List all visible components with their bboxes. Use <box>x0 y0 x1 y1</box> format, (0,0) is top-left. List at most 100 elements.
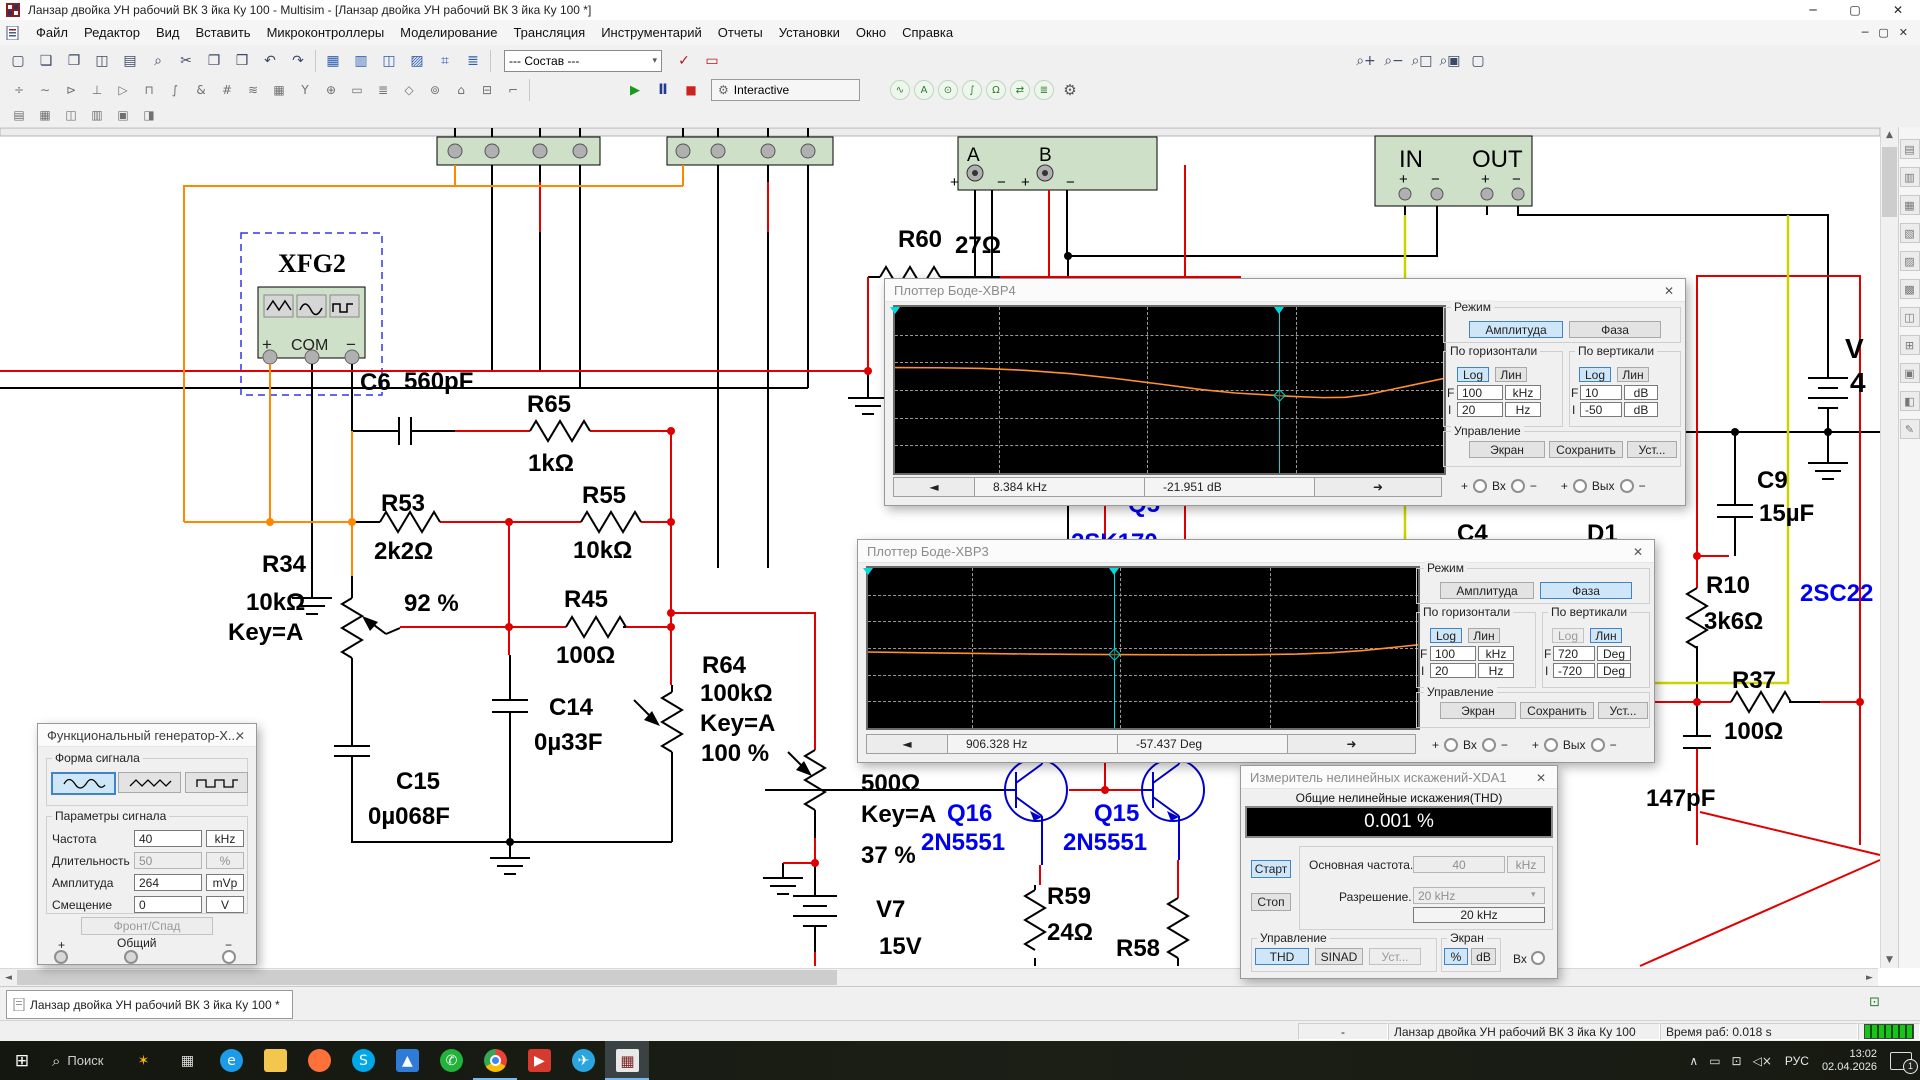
thd-start-button[interactable]: Старт <box>1251 860 1291 878</box>
place-transistor-button[interactable]: ⊥ <box>85 79 109 101</box>
bode-plotter-xbp4-window[interactable]: Плоттер Боде-XBP4 ✕ ◄ 8.384 kHz -21.951 … <box>884 278 1686 506</box>
zoom-out-button[interactable]: ⌕− <box>1381 49 1407 73</box>
menu-трансляция[interactable]: Трансляция <box>505 22 593 43</box>
place-misc-button[interactable]: Y <box>293 79 317 101</box>
analysis-transient-button[interactable]: ⊙ <box>938 80 958 100</box>
xbp3-vert-log-button[interactable]: Log <box>1552 628 1584 643</box>
xbp4-vert-initial[interactable]: -50 <box>1580 402 1622 417</box>
taskbar-edge-browser[interactable]: e <box>209 1041 253 1080</box>
paste-button[interactable]: ❒ <box>229 49 255 73</box>
thd-freq-field[interactable]: 40 <box>1413 856 1505 873</box>
xbp4-in-plus-terminal[interactable] <box>1473 479 1487 493</box>
taskbar-multisim-app[interactable]: ▦ <box>605 1041 649 1080</box>
simulate-run-button[interactable]: ▶ <box>622 78 648 102</box>
print-button[interactable]: ▤ <box>117 49 143 73</box>
xbp4-left-cursor[interactable] <box>890 307 900 314</box>
xbp3-in-plus-terminal[interactable] <box>1444 738 1458 752</box>
xbp3-out-plus-terminal[interactable] <box>1544 738 1558 752</box>
xbp3-horiz-initial[interactable]: 20 <box>1430 663 1476 678</box>
vscroll-up-arrow[interactable]: ▲ <box>1881 127 1898 143</box>
xbp3-screen-button[interactable]: Экран <box>1440 702 1516 719</box>
capture-area-button[interactable]: ▭ <box>699 49 725 73</box>
save-button[interactable]: ◫ <box>89 49 115 73</box>
taskbar-photos-app[interactable]: ▲ <box>385 1041 429 1080</box>
xbp3-vert-lin-button[interactable]: Лин <box>1590 628 1622 643</box>
settings-gear-icon[interactable]: ⚙ <box>1057 78 1083 102</box>
menu-инструментарий[interactable]: Инструментарий <box>593 22 710 43</box>
tray-expand[interactable]: ∧ <box>1689 1054 1698 1068</box>
funcgen-offset-field[interactable]: 0 <box>134 896 202 913</box>
place-ttl-button[interactable]: ⊓ <box>137 79 161 101</box>
copy-button[interactable]: ❐ <box>201 49 227 73</box>
xbp4-cursor-right-button[interactable]: ➜ <box>1315 477 1442 497</box>
thd-mode-button[interactable]: THD <box>1255 948 1309 965</box>
minimize-button[interactable]: ─ <box>1792 3 1834 17</box>
zoom-sheet-button[interactable]: ▢ <box>1465 49 1491 73</box>
place-mixed-button[interactable]: # <box>215 79 239 101</box>
breadboard-view-button[interactable]: ▦ <box>320 49 346 73</box>
vscroll-down-arrow[interactable]: ▼ <box>1881 952 1898 968</box>
funcgen-sine-button[interactable] <box>51 772 116 795</box>
place-hierarchical-button[interactable]: ⊟ <box>475 79 499 101</box>
mdi-close-button[interactable]: ✕ <box>1899 26 1908 39</box>
analysis-noise-button[interactable]: Ω <box>986 80 1006 100</box>
place-mcu-button[interactable]: ⌂ <box>449 79 473 101</box>
xbp4-screen-button[interactable]: Экран <box>1469 441 1545 458</box>
menu-файл[interactable]: Файл <box>28 22 76 43</box>
place-peripherals-button[interactable]: ⊕ <box>319 79 343 101</box>
menu-окно[interactable]: Окно <box>848 22 894 43</box>
zoom-area-button[interactable]: ⌕□ <box>1409 49 1435 73</box>
new-file-button[interactable]: ▢ <box>5 49 31 73</box>
place-source-button[interactable]: ÷ <box>7 79 31 101</box>
xbp3-settings-button[interactable]: Уст... <box>1598 702 1648 719</box>
xbp4-settings-button[interactable]: Уст... <box>1627 441 1677 458</box>
taskbar-skype[interactable]: S <box>341 1041 385 1080</box>
cut-button[interactable]: ✂ <box>173 49 199 73</box>
side-tool-2-button[interactable]: ▥ <box>1900 167 1920 187</box>
xbp3-horiz-log-button[interactable]: Log <box>1430 628 1462 643</box>
xbp3-phase-button[interactable]: Фаза <box>1540 582 1632 599</box>
side-tool-1-button[interactable]: ▤ <box>1900 139 1920 159</box>
tray-display[interactable]: ⊡ <box>1732 1054 1742 1068</box>
funcgen-square-button[interactable] <box>185 772 248 793</box>
canvas-vscrollbar[interactable]: ▲ ▼ <box>1880 127 1899 968</box>
menu-вставить[interactable]: Вставить <box>187 22 258 43</box>
xbp3-vert-final[interactable]: 720 <box>1553 646 1595 661</box>
xbp3-in-minus-terminal[interactable] <box>1482 738 1496 752</box>
print-preview-button[interactable]: ⌕ <box>145 49 171 73</box>
thd-settings-button[interactable]: Уст... <box>1369 948 1421 965</box>
side-tool-11-button[interactable]: ✎ <box>1900 419 1920 439</box>
hscroll-right-arrow[interactable]: ► <box>1861 970 1878 986</box>
xbp3-amplitude-button[interactable]: Амплитуда <box>1440 582 1534 599</box>
side-tool-3-button[interactable]: ▦ <box>1900 195 1920 215</box>
open-file-button[interactable]: ❏ <box>33 49 59 73</box>
menu-установки[interactable]: Установки <box>771 22 848 43</box>
place-misc-digital-button[interactable]: & <box>189 79 213 101</box>
taskbar-firefox-browser[interactable] <box>297 1041 341 1080</box>
funcgen-amplitude-field[interactable]: 264 <box>134 874 202 891</box>
undo-button[interactable]: ↶ <box>257 49 283 73</box>
simulate-stop-button[interactable]: ■ <box>678 78 704 102</box>
side-tool-9-button[interactable]: ▣ <box>1900 363 1920 383</box>
notification-center-icon[interactable]: 1 <box>1890 1052 1912 1070</box>
xbp3-cursor-left-button[interactable]: ◄ <box>866 734 948 754</box>
taskbar-search[interactable]: ⌕ Поиск <box>44 1052 121 1070</box>
funcgen-plus-terminal[interactable] <box>54 950 68 964</box>
taskbar-yandex-browser[interactable]: ✶ <box>121 1041 165 1080</box>
xbp4-horiz-log-button[interactable]: Log <box>1457 367 1489 382</box>
zoom-in-button[interactable]: ⌕+ <box>1353 49 1379 73</box>
analysis-sweep-button[interactable]: ⇄ <box>1010 80 1030 100</box>
thd-resolution-dropdown[interactable]: 20 kHz <box>1413 887 1545 904</box>
view-spice-button[interactable]: ◨ <box>137 104 161 126</box>
in-use-list-dropdown[interactable]: --- Состав ---▾ <box>504 50 662 72</box>
menu-вид[interactable]: Вид <box>148 22 188 43</box>
language-indicator[interactable]: РУС <box>1785 1054 1809 1068</box>
tray-battery[interactable]: ▭ <box>1709 1054 1720 1068</box>
place-analog-button[interactable]: ▷ <box>111 79 135 101</box>
funcgen-duty-field[interactable]: 50 <box>134 852 202 869</box>
taskbar-task-view[interactable]: ▦ <box>165 1041 209 1080</box>
side-tool-7-button[interactable]: ◫ <box>1900 307 1920 327</box>
side-tool-5-button[interactable]: ▨ <box>1900 251 1920 271</box>
xbp3-vert-initial[interactable]: -720 <box>1553 663 1595 678</box>
view-description-button[interactable]: ▣ <box>111 104 135 126</box>
